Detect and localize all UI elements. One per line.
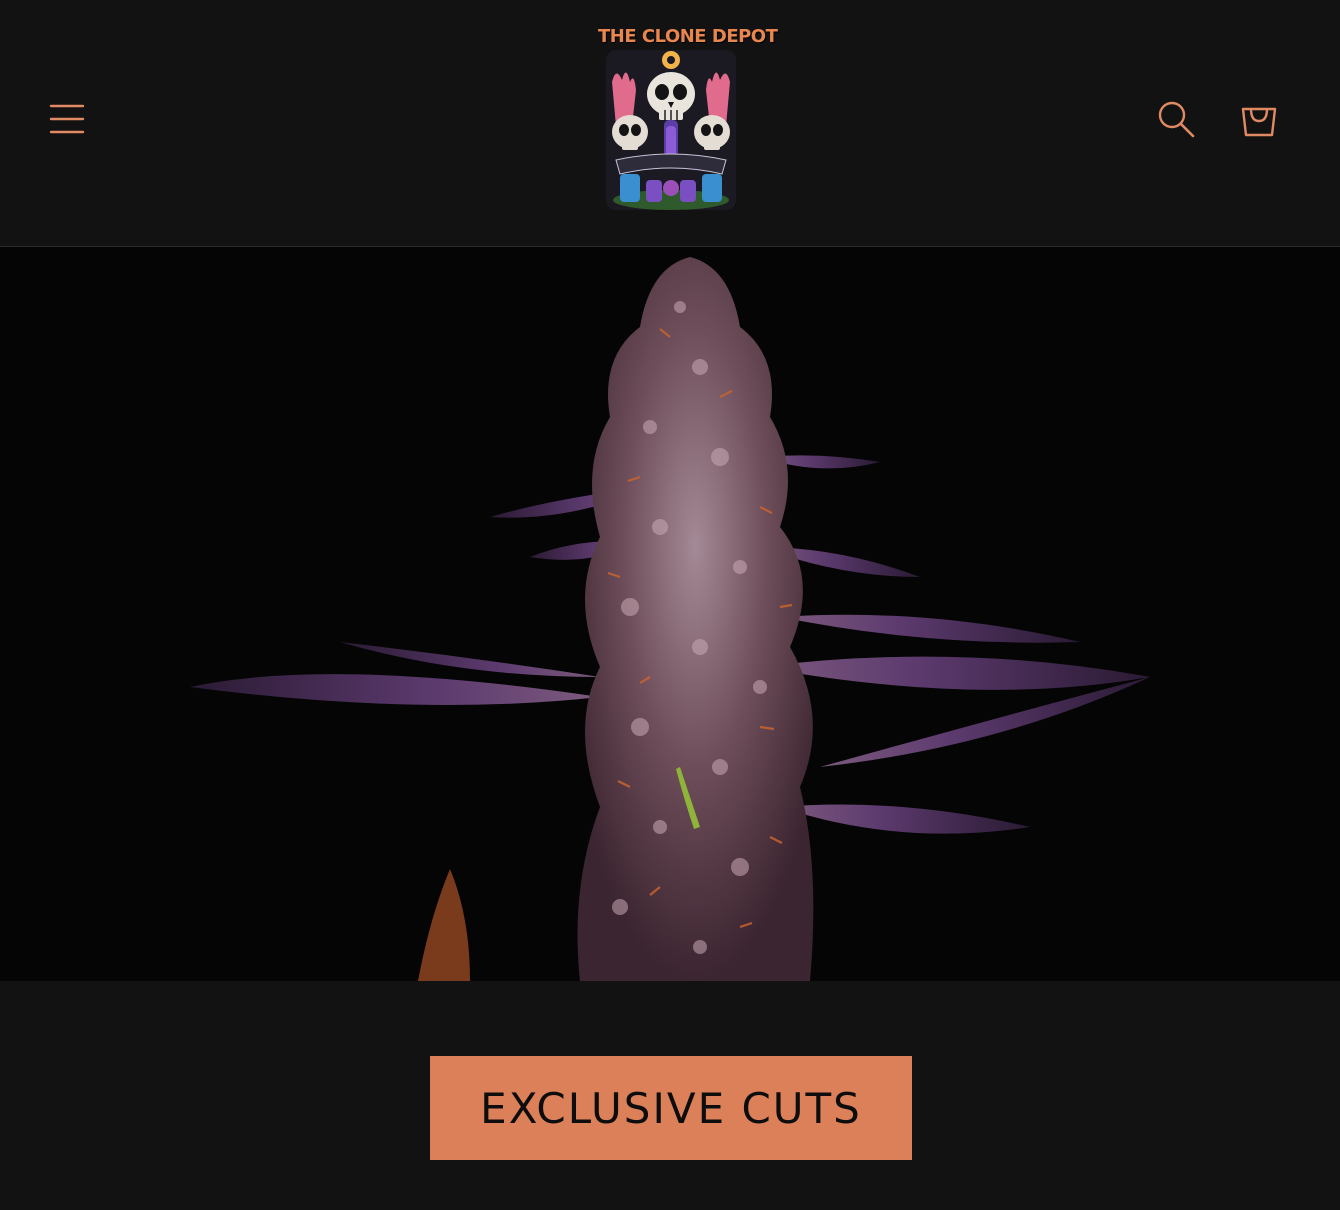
search-button[interactable] bbox=[1146, 88, 1206, 150]
menu-button[interactable] bbox=[36, 88, 98, 150]
hamburger-menu-icon bbox=[49, 104, 85, 134]
store-logo[interactable]: THE CLONE DEPOT bbox=[598, 22, 778, 214]
skull-logo-artwork bbox=[606, 50, 736, 210]
search-icon bbox=[1158, 101, 1195, 138]
cart-button[interactable] bbox=[1228, 88, 1290, 150]
cta-section: EXCLUSIVE CUTS bbox=[0, 982, 1340, 1210]
cart-icon bbox=[1241, 107, 1277, 137]
hero-image bbox=[0, 247, 1340, 981]
site-header: THE CLONE DEPOT bbox=[0, 0, 1340, 247]
cannabis-plant-photo bbox=[0, 247, 1340, 981]
logo-title-text: THE CLONE DEPOT bbox=[598, 26, 778, 47]
exclusive-cuts-button[interactable]: EXCLUSIVE CUTS bbox=[430, 1056, 912, 1160]
